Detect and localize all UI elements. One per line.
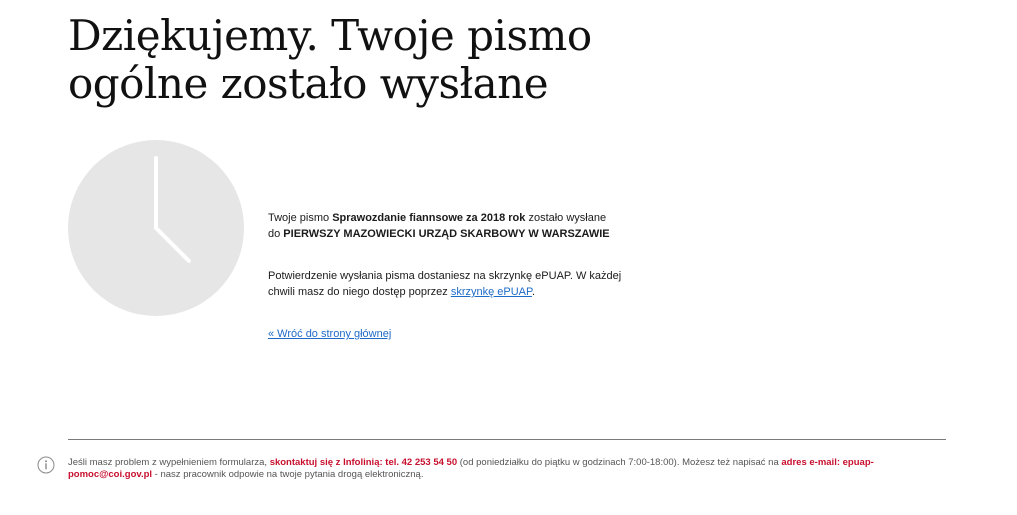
confirmation-end: . bbox=[531, 286, 535, 298]
page-title: Dziękujemy. Twoje pismo ogólne zostało w… bbox=[68, 11, 592, 108]
sent-info: Twoje pismo Sprawozdanie fiannsowe za 20… bbox=[268, 210, 648, 242]
epuap-inbox-link[interactable]: skrzynkę ePUAP bbox=[451, 286, 532, 298]
back-link-row: « Wróć do strony głównej bbox=[268, 326, 648, 342]
confirmation-info: Potwierdzenie wysłania pisma dostaniesz … bbox=[268, 268, 648, 300]
help-footer: Jeśli masz problem z wypełnieniem formul… bbox=[68, 457, 946, 481]
recipient-prefix: do bbox=[268, 228, 284, 240]
document-name: Sprawozdanie fiannsowe za 2018 rok bbox=[332, 212, 526, 224]
infoline-contact[interactable]: skontaktuj się z Infolinią: tel. 42 253 … bbox=[270, 457, 457, 468]
footer-text-1: Jeśli masz problem z wypełnieniem formul… bbox=[68, 457, 270, 468]
clock-icon bbox=[68, 140, 244, 316]
footer-text-2: (od poniedziałku do piątku w godzinach 7… bbox=[457, 457, 782, 468]
footer-text-3: - nasz pracownik odpowie na twoje pytani… bbox=[152, 469, 424, 480]
confirmation-text: Potwierdzenie wysłania pisma dostaniesz … bbox=[268, 270, 622, 298]
sent-info-suffix: zostało wysłane bbox=[525, 212, 607, 224]
info-icon bbox=[37, 456, 55, 474]
footer-divider bbox=[68, 439, 946, 440]
recipient-name: PIERWSZY MAZOWIECKI URZĄD SKARBOWY W WAR… bbox=[283, 228, 610, 240]
confirmation-message: Twoje pismo Sprawozdanie fiannsowe za 20… bbox=[268, 210, 648, 342]
back-to-home-link[interactable]: « Wróć do strony głównej bbox=[268, 328, 391, 340]
sent-info-prefix: Twoje pismo bbox=[268, 212, 333, 224]
